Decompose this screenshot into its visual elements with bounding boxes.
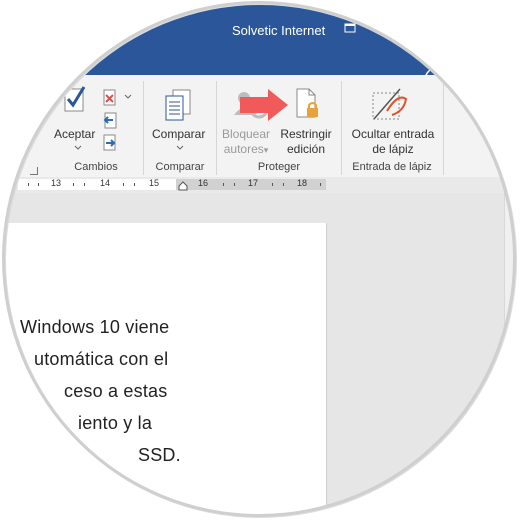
ruler-tick: [134, 183, 135, 186]
group-label-comparar: Comparar: [155, 161, 205, 173]
group-label-cambios: Cambios: [74, 161, 118, 173]
block-authors-button: Bloquear autores▾: [221, 127, 271, 156]
ruler-number: 13: [51, 178, 62, 188]
reject-icon[interactable]: [102, 89, 118, 107]
text-line: Windows 10 viene: [20, 317, 170, 337]
indent-marker-icon[interactable]: [178, 181, 188, 191]
share-icon[interactable]: [424, 65, 442, 75]
ruler-tick: [283, 183, 284, 186]
hide-ink-label-1: Ocultar entrada: [351, 127, 435, 141]
screenshot-frame: Solvetic Internet Aceptar Cambios Compar…: [0, 0, 520, 520]
document-workspace: Windows 10 viene utomática con el ceso a…: [6, 193, 514, 515]
compare-button[interactable]: Comparar: [152, 127, 205, 142]
group-separator: [341, 81, 342, 175]
title-bar: Solvetic Internet: [6, 5, 514, 75]
group-label-entrada-lapiz: Entrada de lápiz: [352, 161, 432, 173]
restore-icon[interactable]: [344, 23, 356, 33]
group-separator: [216, 81, 217, 175]
chevron-down-icon[interactable]: [176, 145, 184, 150]
text-line: ceso a estas: [64, 381, 168, 401]
ruler-tick: [28, 183, 29, 186]
ruler-tick: [123, 183, 124, 186]
previous-change-icon[interactable]: [102, 112, 118, 130]
ruler-tick: [320, 183, 321, 186]
hide-ink-icon: [372, 88, 408, 120]
ruler-tick: [38, 183, 39, 186]
magnifier-circle: Solvetic Internet Aceptar Cambios Compar…: [6, 5, 514, 515]
ribbon-review: Aceptar Cambios Comparar Comparar Bloque…: [6, 75, 514, 178]
ruler-number: 18: [297, 178, 308, 188]
restrict-editing-label-2: edición: [286, 142, 326, 156]
chevron-down-icon[interactable]: [74, 145, 82, 150]
horizontal-ruler[interactable]: 13 14 15 16 17 18: [18, 178, 326, 191]
ruler-tick: [73, 183, 74, 186]
dialog-launcher-icon[interactable]: [30, 167, 38, 175]
group-separator: [143, 81, 144, 175]
accept-icon: [64, 86, 86, 112]
ruler-tick: [234, 183, 235, 186]
block-authors-label-1: Bloquear: [221, 127, 271, 141]
accept-button[interactable]: Aceptar: [54, 127, 95, 142]
horizontal-ruler-strip: 13 14 15 16 17 18: [6, 177, 514, 193]
text-line: iento y la: [78, 413, 153, 433]
ruler-number: 17: [248, 178, 259, 188]
ruler-tick: [223, 183, 224, 186]
group-separator: [443, 81, 444, 175]
ruler-tick: [272, 183, 273, 186]
restrict-editing-icon: [296, 88, 318, 118]
ruler-number: 16: [198, 178, 209, 188]
hide-ink-button[interactable]: Ocultar entrada de lápiz: [346, 127, 440, 157]
text-line: utomática con el: [34, 349, 169, 369]
hide-ink-label-2: de lápiz: [372, 142, 414, 156]
restrict-editing-label-1: Restringir: [280, 127, 332, 141]
minimize-icon[interactable]: [408, 31, 420, 33]
compare-icon: [165, 89, 191, 121]
vertical-scrollbar[interactable]: [504, 193, 514, 515]
group-label-proteger: Proteger: [257, 161, 301, 173]
ruler-number: 14: [100, 178, 111, 188]
block-authors-label-2: autores: [223, 142, 264, 156]
ruler-number: 15: [149, 178, 160, 188]
text-line: SSD.: [138, 445, 181, 465]
window-title: Solvetic Internet: [232, 23, 326, 38]
chevron-down-icon[interactable]: [124, 94, 132, 99]
ruler-tick: [84, 183, 85, 186]
next-change-icon[interactable]: [102, 134, 118, 152]
document-page[interactable]: Windows 10 viene utomática con el ceso a…: [6, 223, 326, 515]
restrict-editing-button[interactable]: Restringir edición: [274, 127, 338, 157]
